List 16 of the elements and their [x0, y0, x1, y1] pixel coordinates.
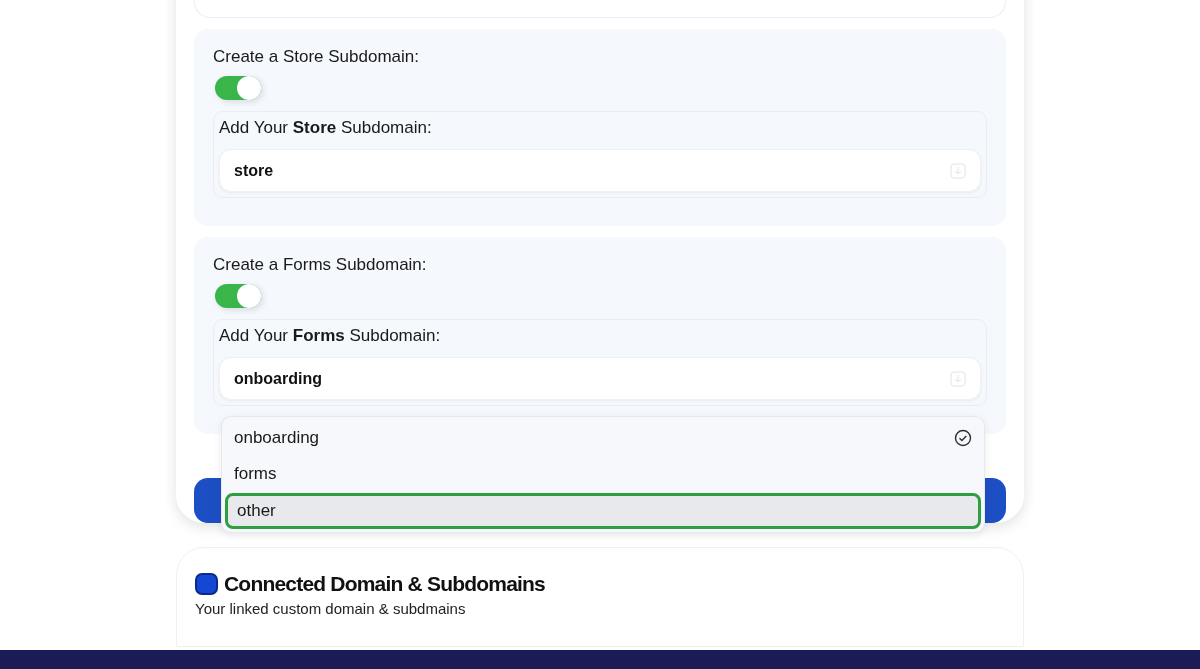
download-icon [950, 370, 966, 387]
domain-icon [195, 572, 218, 595]
toggle-switch[interactable] [215, 284, 261, 308]
dropdown-option[interactable]: forms [225, 456, 981, 492]
toggle-label: Create a Forms Subdomain: [213, 254, 427, 276]
input-field[interactable]: store [219, 149, 981, 192]
section-title: Connected Domain & Subdomains [224, 571, 545, 597]
dropdown-option[interactable]: onboarding [225, 420, 981, 456]
field-label: Add Your Forms Subdomain: [219, 325, 441, 347]
toggle-label: Create a Store Subdomain: [213, 46, 419, 68]
toggle-switch[interactable] [215, 76, 261, 100]
input-field[interactable]: onboarding [219, 357, 981, 400]
field-label: Add Your Store Subdomain: [219, 117, 432, 139]
dropdown-option[interactable]: other [225, 493, 981, 529]
download-icon [950, 162, 966, 179]
section-subtitle: Your linked custom domain & subdmains [195, 599, 467, 618]
